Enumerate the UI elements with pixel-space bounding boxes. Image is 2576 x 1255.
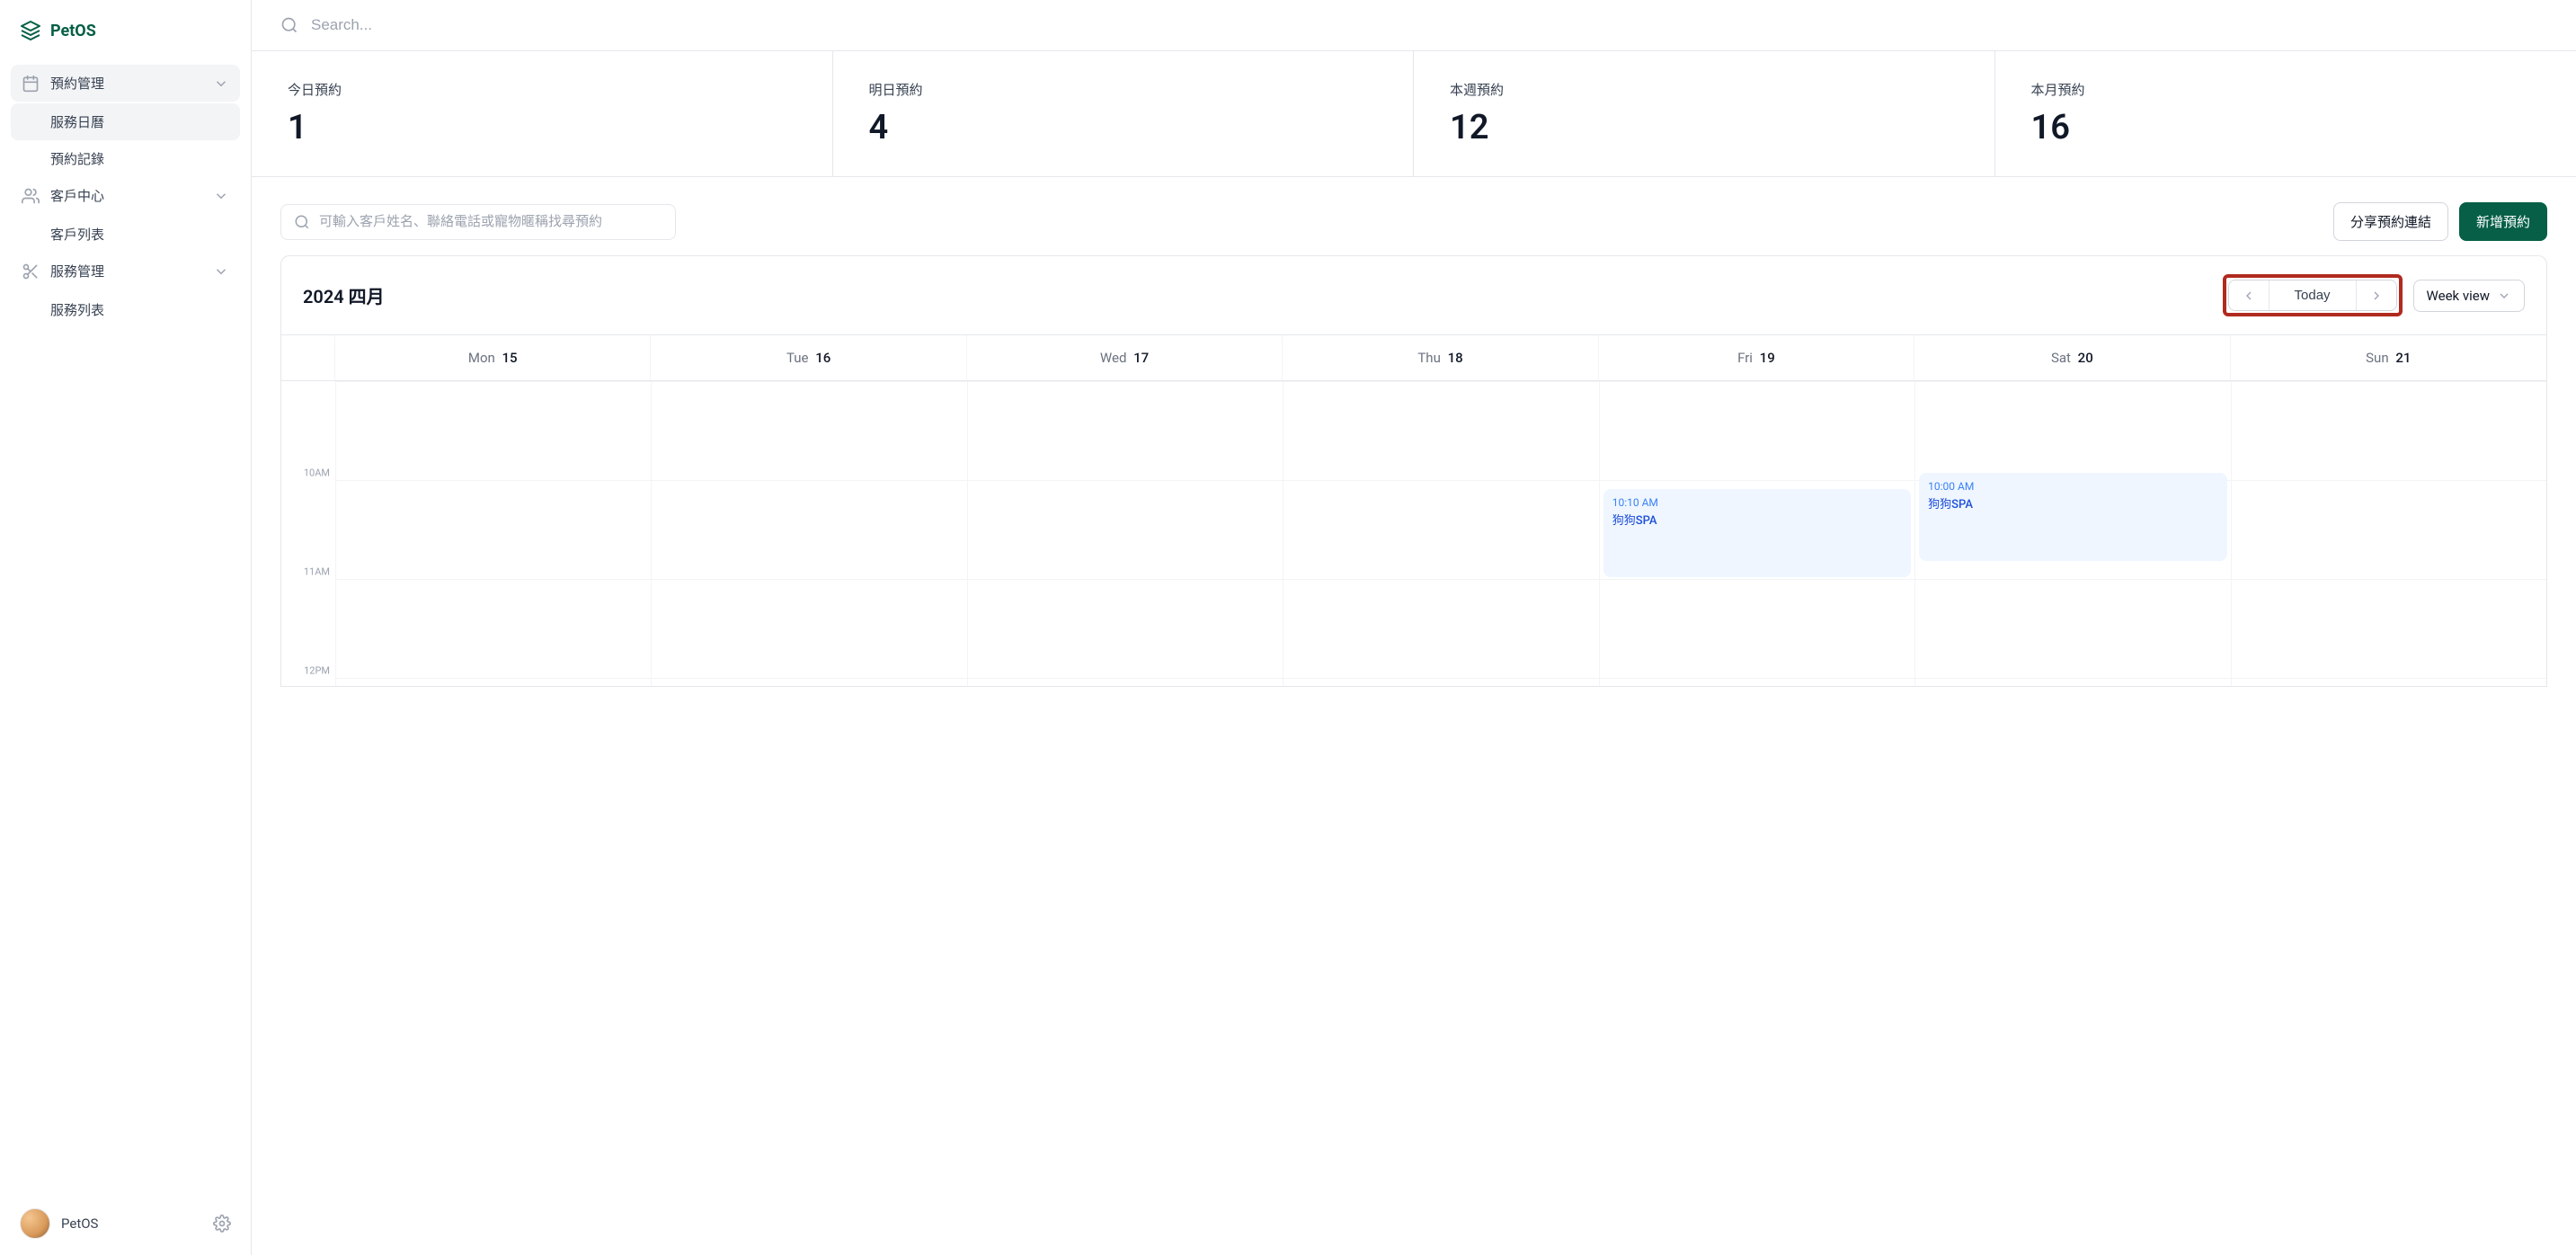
stat-value: 1 [288,108,796,147]
time-label: 10AM [304,467,330,479]
day-column-4[interactable]: 10:10 AM 狗狗SPA [1599,381,1914,686]
day-column-5[interactable]: 10:00 AM狗狗SPA [1914,381,2230,686]
day-header-2: Wed 17 [967,335,1283,380]
nav-item-0-1[interactable]: 預約記錄 [11,140,240,177]
nav-group-label: 預約管理 [50,74,104,93]
calendar-grid[interactable]: 10AM11AM12PM10:10 AM狗狗SPA10:00 AM狗狗SPA [280,381,2547,687]
filter-input[interactable] [319,214,662,229]
calendar-title: 2024 四月 [303,282,385,308]
search-icon [294,214,310,230]
chevron-down-icon [213,76,229,92]
today-button[interactable]: Today [2270,280,2356,310]
event-time: 10:10 AM [1612,496,1902,509]
next-button[interactable] [2357,281,2396,310]
stat-card-3: 本月預約 16 [1995,51,2576,176]
stat-label: 本週預約 [1450,80,1959,99]
calendar-event[interactable]: 10:00 AM狗狗SPA [1919,473,2226,561]
event-title: 狗狗SPA [1612,511,1902,528]
week-header: Mon 15Tue 16Wed 17Thu 18Fri 19Sat 20Sun … [280,334,2547,381]
sidebar-footer: PetOS [0,1191,251,1255]
gear-icon[interactable] [213,1215,231,1233]
day-header-1: Tue 16 [651,335,966,380]
search-icon [280,16,298,34]
topbar [252,0,2576,51]
stat-card-1: 明日預約 4 [833,51,1415,176]
stats-row: 今日預約 1 明日預約 4 本週預約 12 本月預約 16 [252,51,2576,177]
toolbar: 分享預約連結 新增預約 [280,202,2547,241]
new-appointment-button[interactable]: 新增預約 [2459,202,2547,241]
prev-button[interactable] [2229,281,2269,310]
day-column-0[interactable] [335,381,651,686]
chevron-left-icon [2242,289,2256,303]
week-header-corner [281,335,335,380]
day-header-4: Fri 19 [1599,335,1914,380]
nav-group-label: 服務管理 [50,262,104,280]
stat-card-2: 本週預約 12 [1414,51,1995,176]
brand-name: PetOS [50,22,96,40]
users-icon [22,187,40,205]
logo[interactable]: PetOS [0,0,251,58]
chevron-down-icon [213,263,229,280]
chevron-down-icon [213,188,229,204]
event-time: 10:00 AM [1928,480,2217,493]
event-title: 狗狗SPA [1928,494,2217,512]
chevron-down-icon [2497,289,2511,303]
day-column-1[interactable] [651,381,966,686]
content: 分享預約連結 新增預約 2024 四月 Today [252,177,2576,1255]
filter-input-wrap [280,204,676,240]
nav-item-1-0[interactable]: 客戶列表 [11,216,240,253]
time-label: 11AM [304,566,330,578]
day-header-0: Mon 15 [335,335,651,380]
day-header-5: Sat 20 [1914,335,2230,380]
today-nav-group: Today [2228,280,2397,311]
day-header-3: Thu 18 [1283,335,1598,380]
nav: 預約管理服務日曆預約記錄客戶中心客戶列表服務管理服務列表 [0,58,251,1191]
day-column-3[interactable] [1283,381,1598,686]
time-label: 12PM [304,665,330,677]
avatar[interactable] [20,1208,50,1239]
scissors-icon [22,263,40,280]
share-link-button[interactable]: 分享預約連結 [2333,202,2448,241]
main: 今日預約 1 明日預約 4 本週預約 12 本月預約 16 分享預約連結 新增預約 2024 … [252,0,2576,1255]
view-select[interactable]: Week view [2413,280,2525,312]
time-column: 10AM 11AM 12PM [281,381,335,686]
calendar-header: 2024 四月 Today [280,255,2547,334]
calendar-event[interactable]: 10:10 AM 狗狗SPA [1603,489,1911,577]
day-header-6: Sun 21 [2231,335,2546,380]
stat-label: 本月預約 [2031,80,2541,99]
view-select-label: Week view [2427,288,2490,304]
nav-group-label: 客戶中心 [50,186,104,205]
today-nav-highlight: Today [2223,274,2403,316]
chevron-right-icon [2369,289,2384,303]
sidebar: PetOS 預約管理服務日曆預約記錄客戶中心客戶列表服務管理服務列表 PetOS [0,0,252,1255]
stat-card-0: 今日預約 1 [252,51,833,176]
day-column-2[interactable] [967,381,1283,686]
stat-value: 16 [2031,108,2541,147]
stat-label: 今日預約 [288,80,796,99]
user-name: PetOS [61,1215,98,1232]
nav-group-1[interactable]: 客戶中心 [11,177,240,214]
layers-icon [20,20,41,41]
stat-value: 4 [869,108,1378,147]
stat-label: 明日預約 [869,80,1378,99]
nav-group-2[interactable]: 服務管理 [11,253,240,289]
stat-value: 12 [1450,108,1959,147]
nav-item-2-0[interactable]: 服務列表 [11,291,240,328]
day-column-6[interactable] [2231,381,2546,686]
calendar-icon [22,75,40,93]
nav-group-0[interactable]: 預約管理 [11,65,240,102]
nav-item-0-0[interactable]: 服務日曆 [11,103,240,140]
global-search-input[interactable] [311,16,2547,34]
